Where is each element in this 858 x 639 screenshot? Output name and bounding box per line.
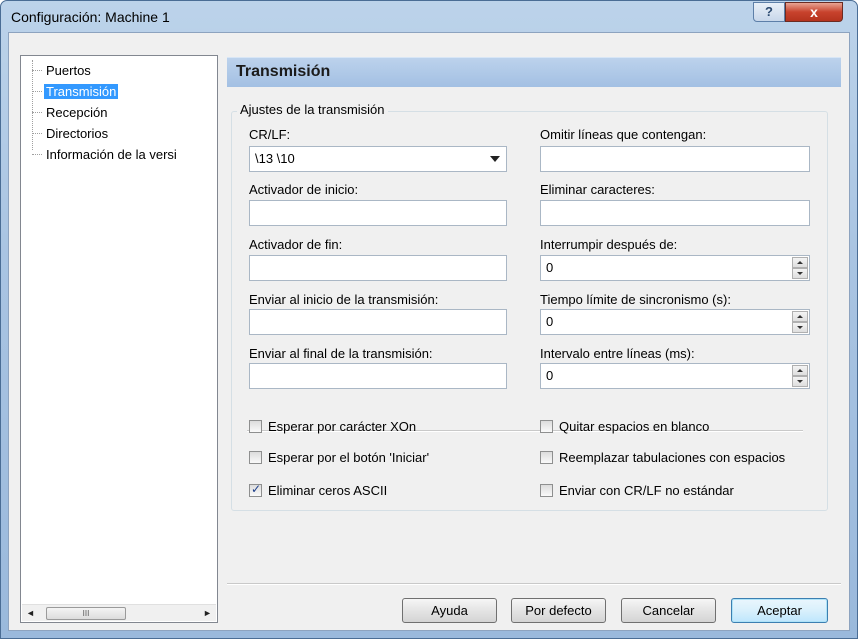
omit-lines-input[interactable] [540,146,810,172]
tree-item-label: Información de la versi [46,147,177,162]
spin-up-icon[interactable] [792,257,808,268]
start-trigger-label: Activador de inicio: [249,182,359,197]
interrupt-after-value: 0 [546,260,554,275]
checkbox-label: Eliminar ceros ASCII [268,483,388,498]
tree-item-label: Directorios [46,126,109,141]
checkbox-label: Quitar espacios en blanco [559,419,710,434]
spin-down-icon[interactable] [792,268,808,279]
scroll-thumb[interactable]: III [46,607,126,620]
remove-chars-input[interactable] [540,200,810,226]
tree-item-directorios[interactable]: Directorios [31,123,179,144]
crlf-value: \13 \10 [255,151,295,166]
interrupt-after-label: Interrumpir después de: [540,237,678,252]
accept-button[interactable]: Aceptar [731,598,828,623]
line-interval-label: Intervalo entre líneas (ms): [540,346,695,361]
window-title: Configuración: Machine 1 [11,9,170,25]
checkbox-label: Esperar por carácter XOn [268,419,417,434]
checkbox-box [540,420,553,433]
checkbox-label: Enviar con CR/LF no estándar [559,483,734,498]
trim-whitespace-checkbox[interactable]: Quitar espacios en blanco [540,418,820,436]
line-interval-value: 0 [546,368,554,383]
checkbox-box [249,482,262,497]
checkbox-box [540,484,553,497]
sync-timeout-spinner[interactable]: 0 [540,309,810,335]
checkbox-box [249,451,262,464]
send-at-start-label: Enviar al inicio de la transmisión: [249,292,439,307]
defaults-button[interactable]: Por defecto [511,598,606,623]
tree-item-recepcion[interactable]: Recepción [31,102,179,123]
section-heading: Transmisión [236,63,331,80]
checkbox-box [540,451,553,464]
group-title: Ajustes de la transmisión [237,102,388,117]
nonstandard-crlf-checkbox[interactable]: Enviar con CR/LF no estándar [540,482,820,500]
checkbox-label: Esperar por el botón 'Iniciar' [268,450,430,465]
category-tree[interactable]: Puertos Transmisión Recepción Directorio… [20,55,218,623]
end-trigger-label: Activador de fin: [249,237,343,252]
sync-timeout-value: 0 [546,314,554,329]
send-at-end-input[interactable] [249,363,507,389]
sync-timeout-label: Tiempo límite de sincronismo (s): [540,292,731,307]
section-heading-bar: Transmisión [227,57,841,87]
spin-up-icon[interactable] [792,365,808,376]
title-bar[interactable]: Configuración: Machine 1 ? x [1,1,857,33]
omit-lines-label: Omitir líneas que contengan: [540,127,707,142]
crlf-dropdown[interactable]: \13 \10 [249,146,507,172]
wait-xon-checkbox[interactable]: Esperar por carácter XOn [249,418,489,436]
tree-item-label: Puertos [46,63,91,78]
replace-tabs-checkbox[interactable]: Reemplazar tabulaciones con espacios [540,449,820,467]
interrupt-after-spinner[interactable]: 0 [540,255,810,281]
tree-item-label: Recepción [46,105,108,120]
send-at-end-label: Enviar al final de la transmisión: [249,346,433,361]
checkbox-box [249,420,262,433]
checkbox-label: Reemplazar tabulaciones con espacios [559,450,786,465]
scroll-left-icon[interactable]: ◄ [22,605,39,622]
footer-separator [227,583,841,585]
line-interval-spinner[interactable]: 0 [540,363,810,389]
dialog-client: Puertos Transmisión Recepción Directorio… [8,32,850,631]
tree-item-puertos[interactable]: Puertos [31,60,179,81]
cancel-button[interactable]: Cancelar [621,598,716,623]
spin-down-icon[interactable] [792,376,808,387]
help-button[interactable]: Ayuda [402,598,497,623]
spin-up-icon[interactable] [792,311,808,322]
remove-ascii-zeros-checkbox[interactable]: Eliminar ceros ASCII [249,482,489,500]
crlf-label: CR/LF: [249,127,291,142]
wait-start-button-checkbox[interactable]: Esperar por el botón 'Iniciar' [249,449,489,467]
start-trigger-input[interactable] [249,200,507,226]
tree-item-label: Transmisión [44,84,119,99]
scroll-right-icon[interactable]: ► [199,605,216,622]
tree-item-informacion[interactable]: Información de la versi [31,144,179,165]
end-trigger-input[interactable] [249,255,507,281]
spin-down-icon[interactable] [792,322,808,333]
chevron-down-icon [490,156,500,162]
tree-item-transmision[interactable]: Transmisión [31,81,179,102]
horizontal-scrollbar[interactable]: ◄ III ► [22,604,216,621]
send-at-start-input[interactable] [249,309,507,335]
remove-chars-label: Eliminar caracteres: [540,182,655,197]
help-title-button[interactable]: ? [753,2,785,22]
close-button[interactable]: x [785,2,843,22]
